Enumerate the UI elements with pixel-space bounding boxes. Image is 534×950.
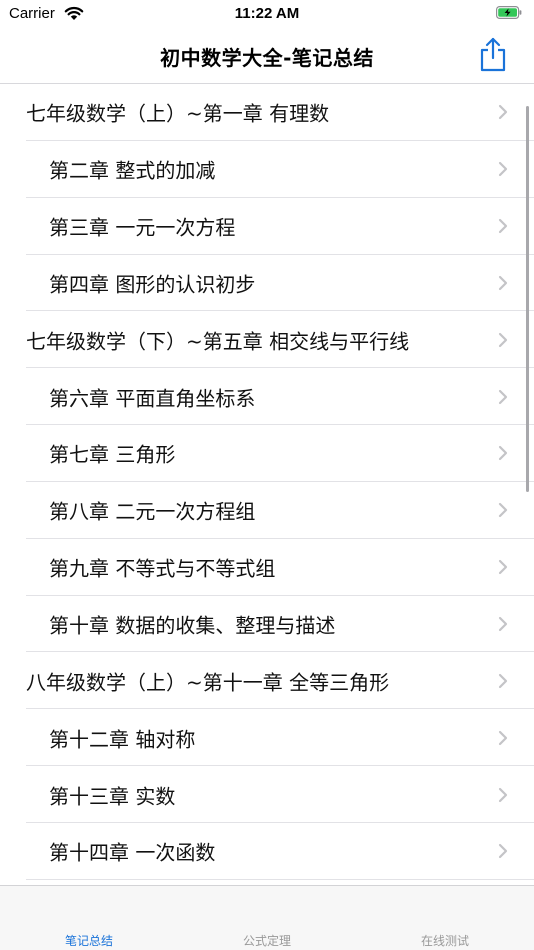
list-item-label: 第十章 数据的收集、整理与描述 — [49, 613, 336, 638]
status-time: 11:22 AM — [234, 5, 300, 22]
chevron-right-icon — [498, 162, 508, 177]
chevron-right-icon — [498, 787, 508, 802]
tab-online-test[interactable]: 在线测试 — [356, 886, 534, 950]
list-item-label: 第六章 平面直角坐标系 — [49, 386, 256, 411]
chevron-right-icon — [498, 219, 508, 234]
list-item-label: 第四章 图形的认识初步 — [49, 272, 256, 297]
share-icon[interactable] — [478, 36, 508, 72]
tab-notes[interactable]: 笔记总结 — [0, 886, 178, 950]
chevron-right-icon — [498, 389, 508, 404]
chevron-right-icon — [498, 503, 508, 518]
chevron-right-icon — [498, 332, 508, 347]
tab-bar: 笔记总结 公式定理 在线测试 — [0, 885, 534, 950]
page-title: 初中数学大全-笔记总结 — [160, 46, 374, 70]
list-item[interactable]: 八年级数学（上）~第十一章 全等三角形 — [0, 652, 534, 710]
list-item[interactable]: 第十章 数据的收集、整理与描述 — [0, 596, 534, 653]
list-item-label: 第八章 二元一次方程组 — [49, 499, 256, 524]
list-item[interactable]: 第二章 整式的加减 — [0, 141, 534, 198]
chevron-right-icon — [498, 275, 508, 291]
list-item[interactable]: 第四章 图形的认识初步 — [0, 255, 534, 312]
list-item-label: 第七章 三角形 — [49, 442, 176, 467]
tab-label: 在线测试 — [420, 934, 469, 948]
list-item[interactable]: 第十三章 实数 — [0, 766, 534, 823]
chevron-right-icon — [498, 844, 508, 859]
list-item[interactable]: 第九章 不等式与不等式组 — [0, 539, 534, 596]
list-item[interactable]: 第三章 一元一次方程 — [0, 198, 534, 255]
scroll-indicator[interactable] — [526, 106, 529, 492]
list-item-label: 第九章 不等式与不等式组 — [49, 556, 276, 581]
list-item[interactable]: 七年级数学（上）~第一章 有理数 — [0, 84, 534, 141]
list-item[interactable]: 第七章 三角形 — [0, 425, 534, 482]
list-item-label: 八年级数学（上）~第十一章 全等三角形 — [26, 670, 390, 695]
list-item-label: 第三章 一元一次方程 — [49, 215, 236, 240]
list-item[interactable]: 第六章 平面直角坐标系 — [0, 368, 534, 425]
tab-label: 公式定理 — [242, 934, 291, 948]
chevron-right-icon — [498, 673, 508, 688]
list-item-label: 七年级数学（下）~第五章 相交线与平行线 — [26, 329, 410, 354]
list-item[interactable]: 第八章 二元一次方程组 — [0, 482, 534, 539]
tab-label: 笔记总结 — [64, 934, 113, 948]
navigation-bar: 初中数学大全-笔记总结 — [0, 28, 534, 84]
list-item-label: 第十二章 轴对称 — [49, 727, 196, 752]
battery-charging-icon — [496, 6, 522, 19]
status-bar: Carrier 11:22 AM — [0, 0, 534, 28]
chapter-list[interactable]: 七年级数学（上）~第一章 有理数第二章 整式的加减 第三章 一元一次方程 第四章 图… — [0, 84, 534, 885]
chevron-right-icon — [498, 560, 508, 575]
list-item-label: 第二章 整式的加减 — [49, 158, 216, 183]
chevron-right-icon — [498, 730, 508, 745]
tab-formulas[interactable]: 公式定理 — [178, 886, 356, 950]
list-item-label: 第十三章 实数 — [49, 784, 176, 809]
chevron-right-icon — [498, 105, 508, 120]
list-item-label: 七年级数学（上）~第一章 有理数 — [26, 101, 330, 126]
chevron-right-icon — [498, 446, 508, 461]
list-item[interactable]: 第十二章 轴对称 — [0, 709, 534, 766]
list-item-label: 第十四章 一次函数 — [49, 840, 216, 865]
list-item[interactable]: 第十四章 一次函数 — [0, 823, 534, 880]
list-item[interactable]: 七年级数学（下）~第五章 相交线与平行线 — [0, 311, 534, 369]
chevron-right-icon — [498, 616, 508, 632]
